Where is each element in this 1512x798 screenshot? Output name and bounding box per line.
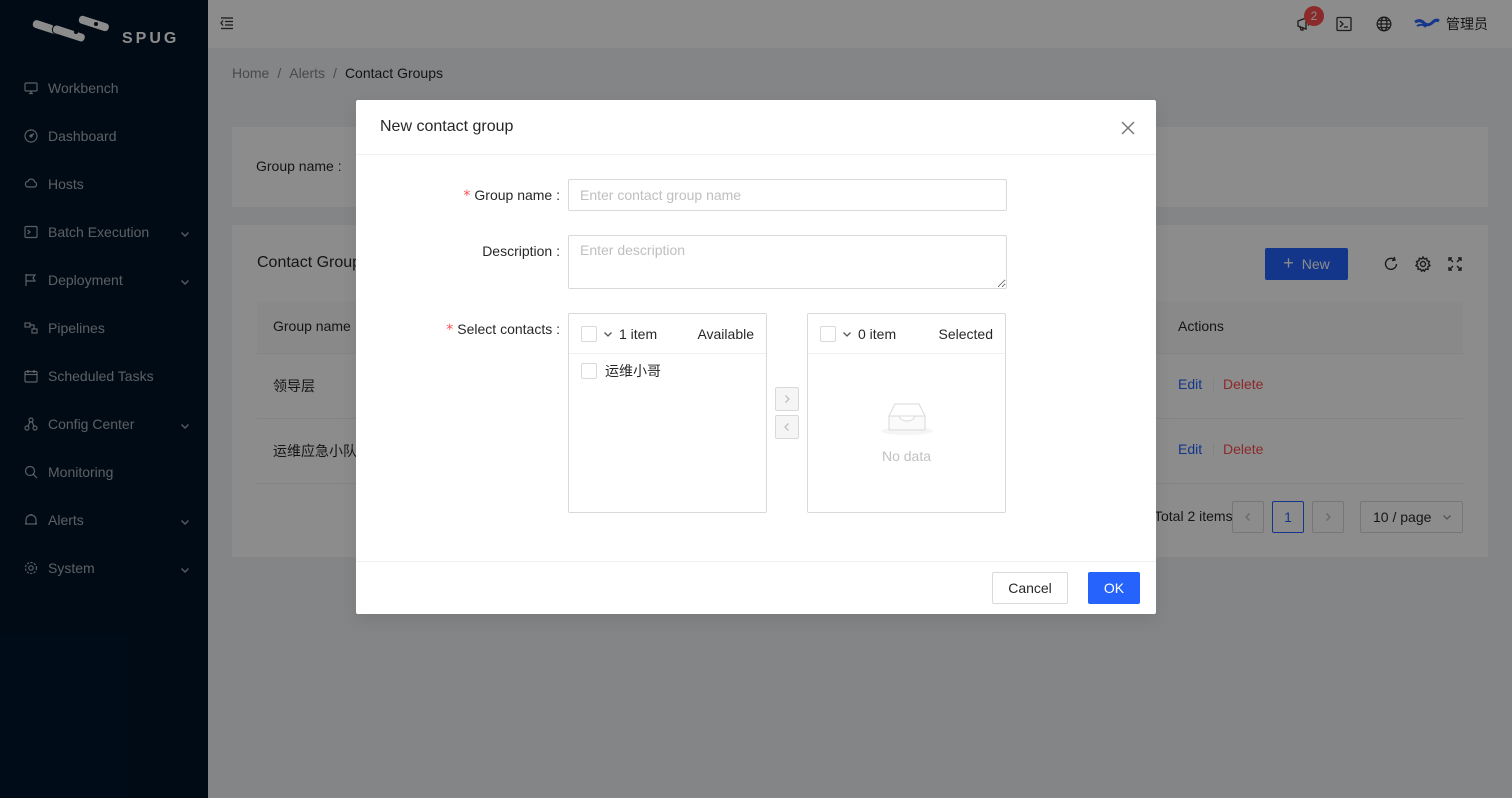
- select-all-checkbox[interactable]: [581, 325, 597, 342]
- new-contact-group-modal: New contact group *Group name : Descript…: [356, 100, 1156, 614]
- transfer-source-list: 1 item Available 运维小哥: [568, 313, 767, 513]
- chevron-down-icon[interactable]: [603, 329, 613, 339]
- empty-state: No data: [808, 400, 1005, 464]
- transfer-source-title: Available: [697, 325, 754, 342]
- modal-footer: Cancel OK: [356, 561, 1156, 614]
- chevron-left-icon: [784, 423, 789, 431]
- chevron-right-icon: [785, 395, 790, 403]
- transfer-operations: [775, 387, 799, 443]
- description-textarea[interactable]: [568, 235, 1007, 289]
- item-checkbox[interactable]: [581, 363, 597, 379]
- contact-name: 运维小哥: [605, 363, 661, 379]
- description-label: Description :: [482, 243, 560, 259]
- empty-text: No data: [881, 448, 932, 464]
- chevron-down-icon[interactable]: [842, 329, 852, 339]
- ok-button[interactable]: OK: [1088, 572, 1140, 604]
- close-icon[interactable]: [1118, 118, 1138, 138]
- transfer-target-title: Selected: [938, 325, 993, 342]
- move-left-button[interactable]: [775, 415, 799, 439]
- transfer-target-list: 0 item Selected No data: [807, 313, 1006, 513]
- modal-title: New contact group: [380, 118, 514, 135]
- transfer-source-header: 1 item Available: [569, 314, 766, 354]
- transfer-target-count: 0 item: [858, 325, 897, 342]
- group-name-label: * Group name :: [463, 187, 560, 204]
- cancel-button[interactable]: Cancel: [992, 572, 1068, 604]
- transfer-source-count: 1 item: [619, 325, 658, 342]
- select-contacts-label: * Select contacts :: [446, 321, 560, 338]
- select-all-checkbox[interactable]: [820, 325, 836, 342]
- list-item[interactable]: 运维小哥: [569, 354, 766, 388]
- transfer-target-header: 0 item Selected: [808, 314, 1005, 354]
- group-name-input[interactable]: [568, 179, 1007, 211]
- move-right-button[interactable]: [775, 387, 799, 411]
- modal-header: New contact group: [356, 100, 1156, 155]
- empty-inbox-icon: [880, 403, 933, 435]
